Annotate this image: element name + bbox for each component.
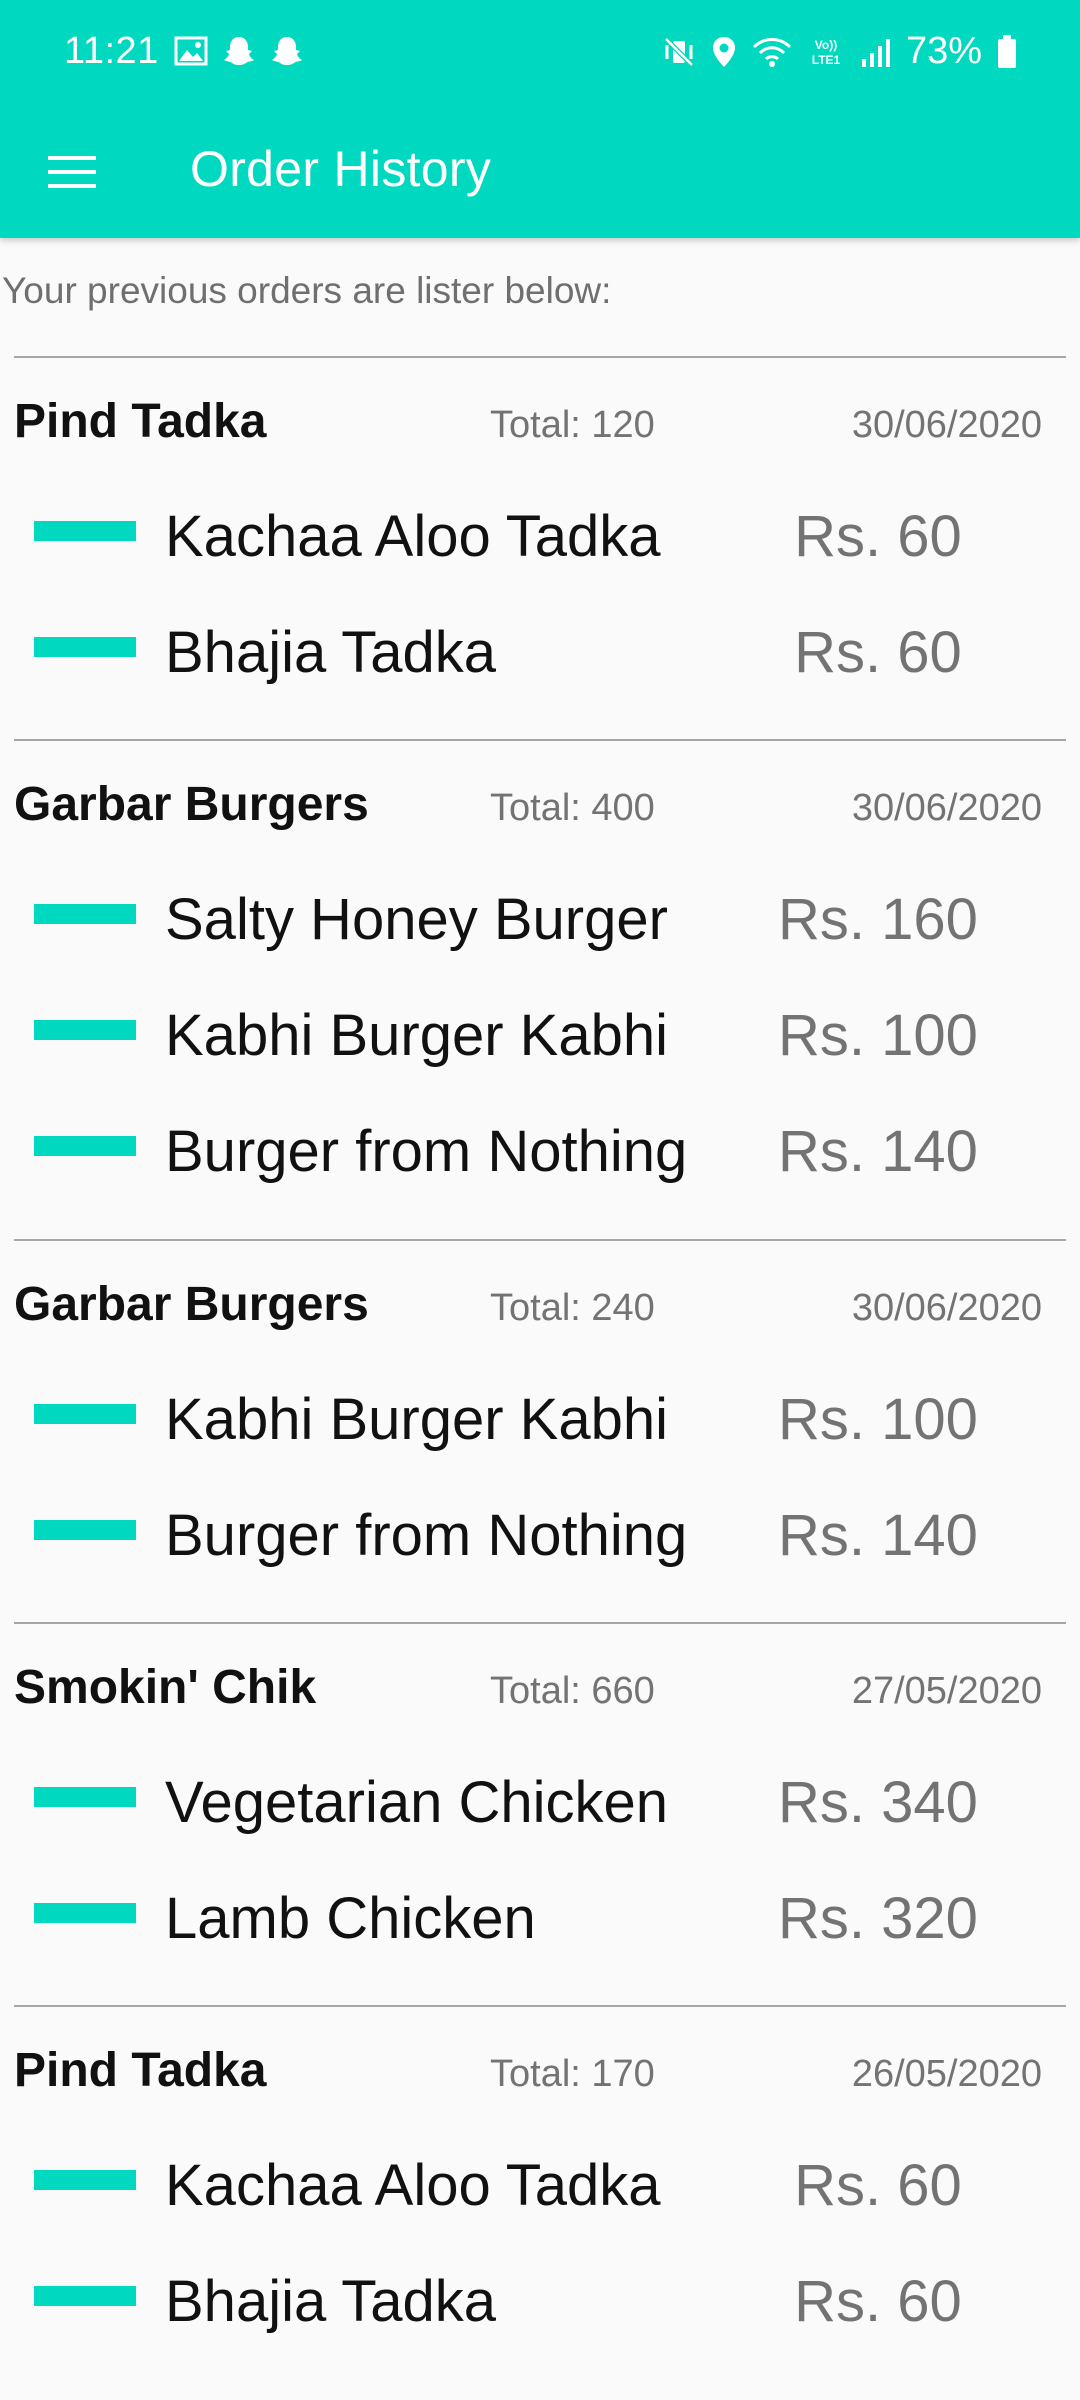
orders-subtitle: Your previous orders are lister below: [2,270,612,311]
mute-vibrate-icon [662,35,696,69]
item-bullet-icon [34,1136,136,1156]
svg-text:LTE1: LTE1 [812,53,841,67]
store-name: Pind Tadka [14,2044,267,2097]
store-name: Smokin' Chik [14,1661,317,1714]
battery-percentage: 73% [905,30,982,72]
app-bar: 11:21 Vo)) LTE1 73% Order History [0,0,1080,238]
item-name: Salty Honey Burger [165,887,668,952]
gallery-icon [174,36,208,66]
status-bar: 11:21 Vo)) LTE1 73% [0,0,1080,110]
toolbar: Order History [0,110,1080,238]
order-item: Vegetarian Chicken Rs. 340 [0,1749,1080,1865]
item-price: Rs. 60 [794,620,962,685]
item-bullet-icon [34,521,136,541]
order-card[interactable]: Pind Tadka Total: 120 30/06/2020 Kachaa … [0,356,1080,739]
item-price: Rs. 100 [778,1387,978,1452]
item-price: Rs. 60 [794,2269,962,2334]
battery-icon [996,34,1018,70]
order-total: Total: 120 [490,404,655,446]
order-total: Total: 400 [490,787,655,829]
svg-text:Vo)): Vo)) [815,38,837,52]
store-name: Garbar Burgers [14,778,369,831]
order-divider [14,739,1066,741]
item-price: Rs. 340 [778,1770,978,1835]
item-bullet-icon [34,1520,136,1540]
hamburger-menu-button[interactable] [30,132,114,216]
signal-icon [860,35,892,69]
item-name: Kachaa Aloo Tadka [165,504,661,569]
hamburger-menu-icon [46,152,98,197]
order-item: Kachaa Aloo Tadka Rs. 60 [0,483,1080,599]
item-name: Kabhi Burger Kabhi [165,1387,668,1452]
item-name: Kachaa Aloo Tadka [165,2153,661,2218]
order-list: Pind Tadka Total: 120 30/06/2020 Kachaa … [0,356,1080,2388]
item-name: Burger from Nothing [165,1503,688,1568]
order-divider [14,2005,1066,2007]
item-bullet-icon [34,2286,136,2306]
order-date: 27/05/2020 [851,1670,1042,1712]
status-right-icons: Vo)) LTE1 73% [662,30,1018,73]
page-title: Order History [190,141,492,197]
item-name: Burger from Nothing [165,1119,688,1184]
order-total: Total: 660 [490,1670,655,1712]
order-card[interactable]: Smokin' Chik Total: 660 27/05/2020 Veget… [0,1622,1080,2005]
snapchat-icon [222,34,256,68]
snapchat-icon [270,34,304,68]
order-date: 30/06/2020 [851,404,1042,446]
order-total: Total: 170 [490,2053,655,2095]
order-card[interactable]: Garbar Burgers Total: 400 30/06/2020 Sal… [0,739,1080,1239]
item-name: Bhajia Tadka [165,620,497,685]
item-bullet-icon [34,904,136,924]
order-item: Kachaa Aloo Tadka Rs. 60 [0,2132,1080,2248]
item-price: Rs. 320 [778,1886,978,1951]
item-price: Rs. 140 [778,1503,978,1568]
order-date: 30/06/2020 [851,1287,1042,1329]
status-left-icons [174,34,304,68]
item-bullet-icon [34,1404,136,1424]
item-bullet-icon [34,1903,136,1923]
item-bullet-icon [34,637,136,657]
order-item: Kabhi Burger Kabhi Rs. 100 [0,982,1080,1098]
order-divider [14,1622,1066,1624]
wifi-icon [752,35,792,69]
item-price: Rs. 60 [794,2153,962,2218]
order-divider [14,356,1066,358]
order-divider [14,1239,1066,1241]
item-name: Lamb Chicken [165,1886,536,1951]
item-bullet-icon [34,2170,136,2190]
item-price: Rs. 160 [778,887,978,952]
order-date: 30/06/2020 [851,787,1042,829]
item-name: Vegetarian Chicken [165,1770,668,1835]
item-price: Rs. 60 [794,504,962,569]
order-date: 26/05/2020 [851,2053,1042,2095]
item-bullet-icon [34,1787,136,1807]
location-icon [710,35,738,69]
order-total: Total: 240 [490,1287,655,1329]
order-item: Lamb Chicken Rs. 320 [0,1865,1080,1981]
item-name: Bhajia Tadka [165,2269,497,2334]
store-name: Garbar Burgers [14,1278,369,1331]
volte-icon: Vo)) LTE1 [806,35,846,69]
order-item: Bhajia Tadka Rs. 60 [0,599,1080,715]
order-card[interactable]: Pind Tadka Total: 170 26/05/2020 Kachaa … [0,2005,1080,2388]
order-item: Burger from Nothing Rs. 140 [0,1482,1080,1598]
item-price: Rs. 100 [778,1003,978,1068]
order-item: Kabhi Burger Kabhi Rs. 100 [0,1366,1080,1482]
order-item: Salty Honey Burger Rs. 160 [0,866,1080,982]
order-item: Burger from Nothing Rs. 140 [0,1098,1080,1214]
status-time: 11:21 [64,30,159,72]
item-name: Kabhi Burger Kabhi [165,1003,668,1068]
order-card[interactable]: Garbar Burgers Total: 240 30/06/2020 Kab… [0,1239,1080,1622]
item-price: Rs. 140 [778,1119,978,1184]
order-item: Bhajia Tadka Rs. 60 [0,2248,1080,2364]
item-bullet-icon [34,1020,136,1040]
store-name: Pind Tadka [14,395,267,448]
